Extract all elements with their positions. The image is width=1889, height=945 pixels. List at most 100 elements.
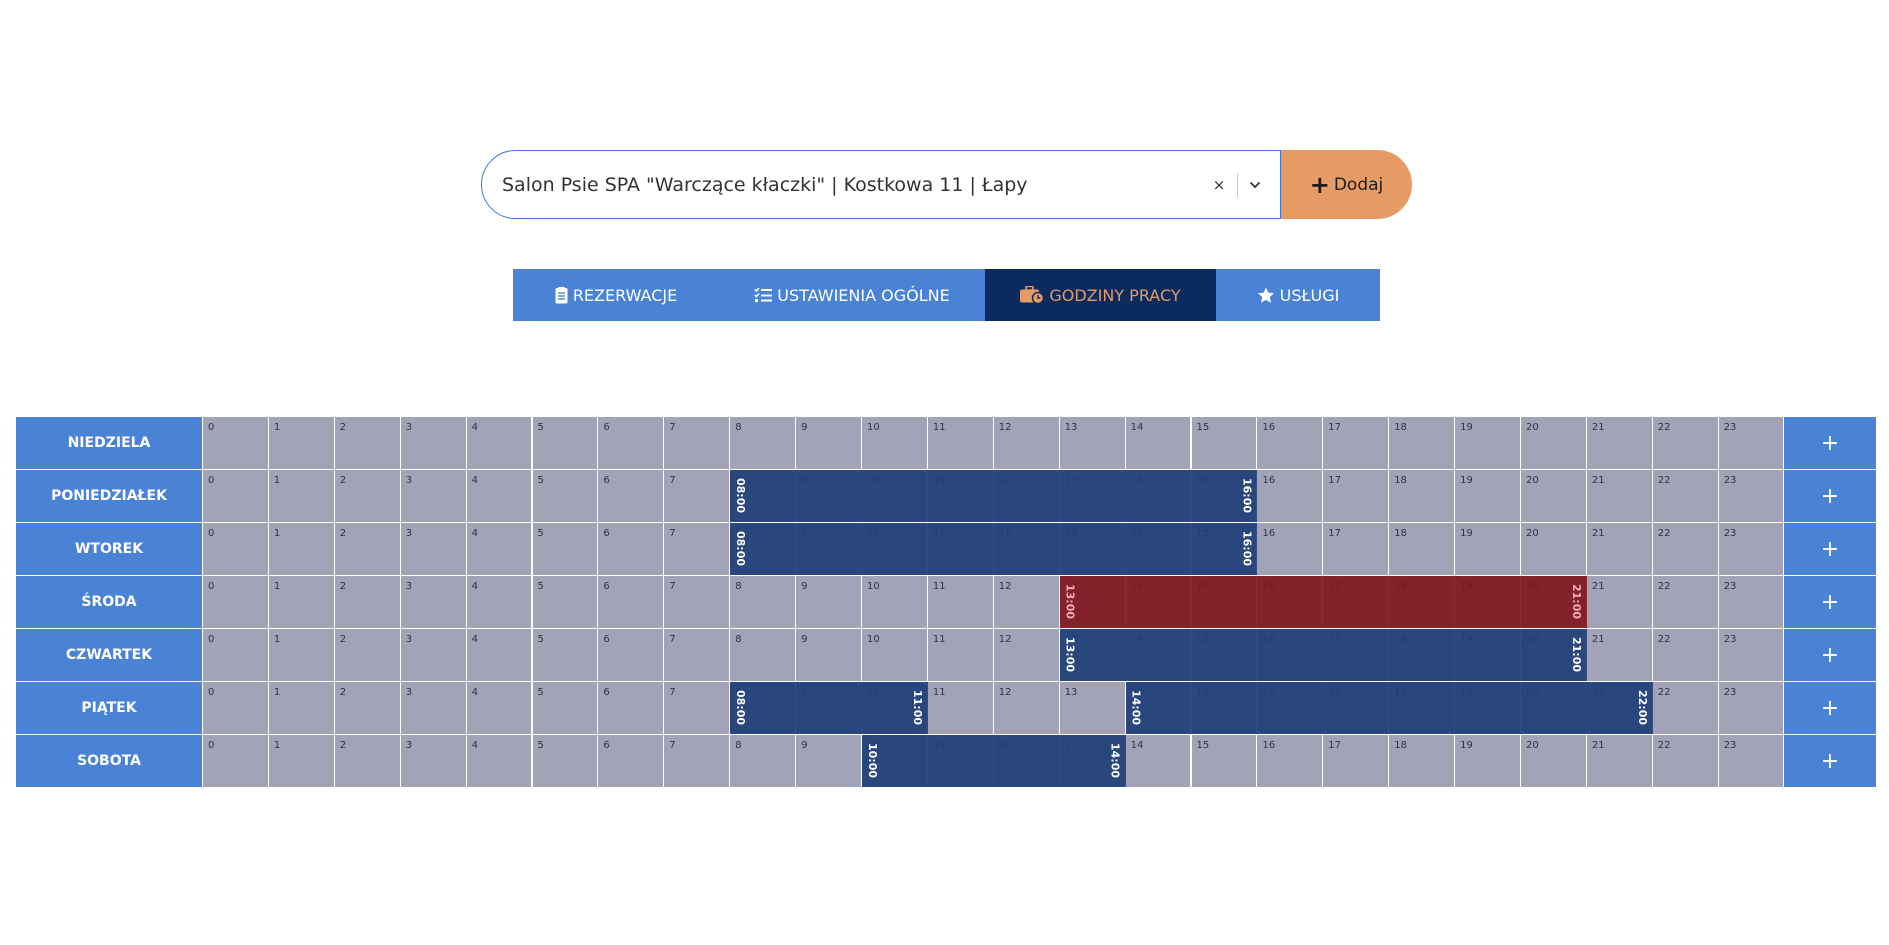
hour-cell[interactable]: 23 xyxy=(1717,417,1784,469)
hour-cell[interactable]: 6 xyxy=(597,523,664,575)
hour-cell[interactable]: 6 xyxy=(597,682,664,734)
tab-reservations[interactable]: REZERWACJE xyxy=(513,269,719,321)
hour-cell[interactable]: 0 xyxy=(202,470,268,522)
hour-cell[interactable]: 12 xyxy=(992,523,1059,575)
hour-cell[interactable]: 9 xyxy=(795,629,861,681)
hour-cell[interactable]: 2 xyxy=(333,576,400,628)
hour-cell[interactable]: 20 xyxy=(1520,682,1586,734)
add-hours-button[interactable]: + xyxy=(1783,470,1876,522)
add-hours-button[interactable]: + xyxy=(1783,629,1876,681)
hour-cell[interactable]: 5 xyxy=(531,735,598,787)
hour-cell[interactable]: 5 xyxy=(531,523,598,575)
hour-cell[interactable]: 11 xyxy=(926,417,993,469)
hour-cell[interactable]: 0 xyxy=(202,523,268,575)
hour-cell[interactable]: 21 xyxy=(1585,682,1652,734)
hour-cell[interactable]: 3 xyxy=(399,523,466,575)
hour-cell[interactable]: 3 xyxy=(399,682,466,734)
hour-cell[interactable]: 13 xyxy=(1058,735,1125,787)
add-hours-button[interactable]: + xyxy=(1783,576,1876,628)
hour-cell[interactable]: 14 xyxy=(1124,735,1191,787)
hour-cell[interactable]: 21 xyxy=(1585,629,1652,681)
hour-cell[interactable]: 4 xyxy=(465,470,532,522)
hour-cell[interactable]: 2 xyxy=(333,629,400,681)
hour-cell[interactable]: 16 xyxy=(1256,576,1323,628)
hour-cell[interactable]: 13 xyxy=(1058,682,1125,734)
hour-cell[interactable]: 19 xyxy=(1454,417,1520,469)
hour-cell[interactable]: 23 xyxy=(1717,735,1784,787)
hour-cell[interactable]: 7 xyxy=(663,470,730,522)
hour-cell[interactable]: 18 xyxy=(1388,735,1455,787)
hour-cell[interactable]: 22 xyxy=(1651,682,1718,734)
hour-cell[interactable]: 23 xyxy=(1717,523,1784,575)
hour-cell[interactable]: 2 xyxy=(333,470,400,522)
hour-cell[interactable]: 10 xyxy=(861,417,927,469)
hour-cell[interactable]: 0 xyxy=(202,417,268,469)
hour-cell[interactable]: 15 xyxy=(1190,576,1257,628)
hour-cell[interactable]: 8 xyxy=(729,682,796,734)
tab-general-settings[interactable]: USTAWIENIA OGÓLNE xyxy=(719,269,985,321)
hour-cell[interactable]: 7 xyxy=(663,682,730,734)
salon-select[interactable]: Salon Psie SPA "Warczące kłaczki" | Kost… xyxy=(481,150,1281,219)
hour-cell[interactable]: 0 xyxy=(202,576,268,628)
hour-cell[interactable]: 15 xyxy=(1190,682,1257,734)
hour-cell[interactable]: 7 xyxy=(663,629,730,681)
hour-cell[interactable]: 1 xyxy=(267,735,334,787)
hour-cell[interactable]: 11 xyxy=(926,735,993,787)
hour-cell[interactable]: 10 xyxy=(861,682,927,734)
hour-cell[interactable]: 10 xyxy=(861,470,927,522)
add-hours-button[interactable]: + xyxy=(1783,523,1876,575)
hour-cell[interactable]: 6 xyxy=(597,576,664,628)
hour-cell[interactable]: 8 xyxy=(729,629,796,681)
hour-cell[interactable]: 20 xyxy=(1520,576,1586,628)
hour-cell[interactable]: 16 xyxy=(1256,523,1323,575)
hour-cell[interactable]: 9 xyxy=(795,682,861,734)
hour-cell[interactable]: 11 xyxy=(926,682,993,734)
hour-cell[interactable]: 14 xyxy=(1124,576,1191,628)
hour-cell[interactable]: 2 xyxy=(333,735,400,787)
hour-cell[interactable]: 2 xyxy=(333,417,400,469)
hour-cell[interactable]: 3 xyxy=(399,417,466,469)
hour-cell[interactable]: 23 xyxy=(1717,629,1784,681)
hour-cell[interactable]: 11 xyxy=(926,576,993,628)
hour-cell[interactable]: 9 xyxy=(795,470,861,522)
hour-cell[interactable]: 18 xyxy=(1388,682,1455,734)
hour-cell[interactable]: 3 xyxy=(399,629,466,681)
hour-cell[interactable]: 13 xyxy=(1058,629,1125,681)
hour-cell[interactable]: 16 xyxy=(1256,629,1323,681)
hour-cell[interactable]: 21 xyxy=(1585,735,1652,787)
add-hours-button[interactable]: + xyxy=(1783,417,1876,469)
hour-cell[interactable]: 23 xyxy=(1717,470,1784,522)
hour-cell[interactable]: 15 xyxy=(1190,417,1257,469)
hour-cell[interactable]: 1 xyxy=(267,417,334,469)
hour-cell[interactable]: 5 xyxy=(531,470,598,522)
add-button[interactable]: + Dodaj xyxy=(1281,150,1412,219)
hour-cell[interactable]: 13 xyxy=(1058,417,1125,469)
hour-cell[interactable]: 14 xyxy=(1124,682,1191,734)
hour-cell[interactable]: 10 xyxy=(861,576,927,628)
hour-cell[interactable]: 15 xyxy=(1190,629,1257,681)
hour-cell[interactable]: 15 xyxy=(1190,523,1257,575)
hour-cell[interactable]: 14 xyxy=(1124,470,1191,522)
hour-cell[interactable]: 23 xyxy=(1717,576,1784,628)
hour-cell[interactable]: 21 xyxy=(1585,523,1652,575)
hour-cell[interactable]: 20 xyxy=(1520,735,1586,787)
hour-cell[interactable]: 4 xyxy=(465,682,532,734)
hour-cell[interactable]: 23 xyxy=(1717,682,1784,734)
hour-cell[interactable]: 9 xyxy=(795,523,861,575)
hour-cell[interactable]: 4 xyxy=(465,629,532,681)
hour-cell[interactable]: 20 xyxy=(1520,629,1586,681)
hour-cell[interactable]: 21 xyxy=(1585,576,1652,628)
hour-cell[interactable]: 17 xyxy=(1322,470,1389,522)
hour-cell[interactable]: 17 xyxy=(1322,735,1389,787)
hour-cell[interactable]: 21 xyxy=(1585,470,1652,522)
hour-cell[interactable]: 5 xyxy=(531,417,598,469)
hour-cell[interactable]: 19 xyxy=(1454,523,1520,575)
hour-cell[interactable]: 6 xyxy=(597,735,664,787)
hour-cell[interactable]: 8 xyxy=(729,470,796,522)
hour-cell[interactable]: 19 xyxy=(1454,735,1520,787)
hour-cell[interactable]: 9 xyxy=(795,417,861,469)
hour-cell[interactable]: 17 xyxy=(1322,682,1389,734)
hour-cell[interactable]: 20 xyxy=(1520,470,1586,522)
hour-cell[interactable]: 22 xyxy=(1651,470,1718,522)
hour-cell[interactable]: 11 xyxy=(926,629,993,681)
